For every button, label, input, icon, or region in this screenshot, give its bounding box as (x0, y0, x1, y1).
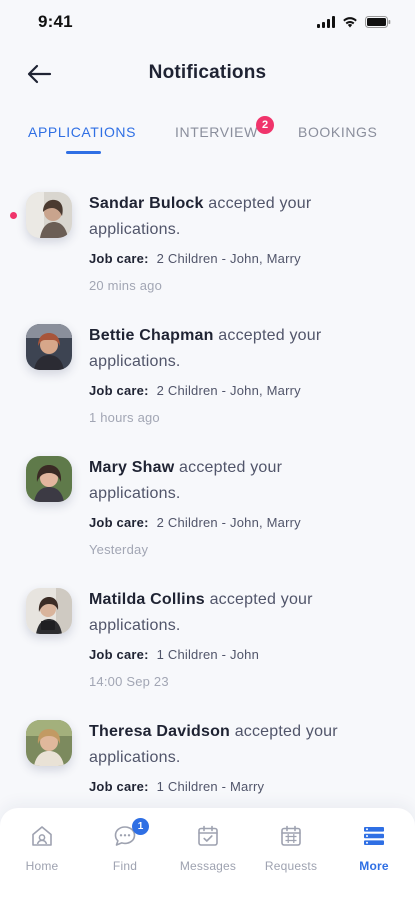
wifi-icon (342, 16, 358, 28)
job-care-value: 2 Children - John, Marry (156, 383, 301, 398)
notification-time: Yesterday (89, 542, 149, 557)
notification-time: 20 mins ago (89, 278, 163, 293)
tab-applications[interactable]: APPLICATIONS (28, 124, 136, 140)
nav-requests-label: Requests (264, 859, 318, 873)
calendar-grid-icon (281, 825, 301, 846)
avatar (26, 324, 72, 370)
nav-messages-label: Messages (179, 859, 237, 873)
job-care: Job care: 2 Children - John, Marry (89, 515, 301, 530)
nav-find-label: Find (112, 859, 138, 873)
job-care-value: 2 Children - John, Marry (156, 515, 301, 530)
notification-text-line2: applications. (89, 221, 181, 238)
tab-bar: APPLICATIONS INTERVIEW BOOKINGS (0, 118, 415, 156)
job-care: Job care: 1 Children - Marry (89, 779, 264, 794)
interview-badge: 2 (256, 116, 274, 134)
notification-action: accepted your (208, 195, 312, 212)
nav-messages[interactable]: Messages (168, 822, 248, 873)
signal-icon (317, 16, 335, 28)
status-bar: 9:41 (0, 0, 415, 44)
notification-name: Theresa Davidson (89, 723, 231, 740)
notification-text-line2: applications. (89, 353, 181, 370)
status-icons (317, 16, 391, 28)
notification-action: accepted your (179, 459, 283, 476)
nav-more-label: More (359, 859, 389, 873)
menu-icon (364, 827, 384, 845)
notification-text-line2: applications. (89, 749, 181, 766)
notification-action: accepted your (234, 723, 338, 740)
notification-item[interactable]: Theresa Davidson accepted your applicati… (0, 704, 415, 808)
active-tab-indicator (66, 151, 101, 154)
home-icon (32, 826, 52, 846)
header: Notifications (0, 52, 415, 96)
page-title: Notifications (148, 62, 267, 83)
notification-name: Mary Shaw (89, 459, 175, 476)
notification-text-line2: applications. (89, 485, 181, 502)
tab-bookings[interactable]: BOOKINGS (298, 124, 377, 140)
nav-find[interactable]: Find (85, 822, 165, 873)
find-badge: 1 (132, 818, 149, 835)
unread-dot (10, 212, 17, 219)
job-care-value: 1 Children - John (156, 647, 260, 662)
notification-time: 1 hours ago (89, 410, 160, 425)
notification-item[interactable]: Matilda Collins accepted your applicatio… (0, 572, 415, 704)
job-care-label: Job care: (89, 251, 149, 266)
notification-text: Sandar Bulock accepted your (89, 191, 389, 217)
notification-action: accepted your (218, 327, 322, 344)
calendar-check-icon (198, 825, 218, 846)
notification-item[interactable]: Bettie Chapman accepted your application… (0, 308, 415, 440)
job-care-label: Job care: (89, 647, 149, 662)
avatar (26, 456, 72, 502)
job-care: Job care: 2 Children - John, Marry (89, 251, 301, 266)
notification-item[interactable]: Sandar Bulock accepted your applications… (0, 176, 415, 308)
nav-home-label: Home (25, 859, 59, 873)
nav-more[interactable]: More (334, 822, 414, 873)
job-care: Job care: 1 Children - John (89, 647, 259, 662)
job-care-value: 1 Children - Marry (156, 779, 265, 794)
notification-name: Matilda Collins (89, 591, 205, 608)
bottom-nav: Home Find Messages Requests More (0, 808, 415, 900)
job-care-label: Job care: (89, 383, 149, 398)
notification-name: Sandar Bulock (89, 195, 204, 212)
notification-text: Mary Shaw accepted your (89, 455, 389, 481)
tab-interview[interactable]: INTERVIEW (175, 124, 258, 140)
notification-action: accepted your (209, 591, 313, 608)
job-care: Job care: 2 Children - John, Marry (89, 383, 301, 398)
avatar (26, 588, 72, 634)
job-care-value: 2 Children - John, Marry (156, 251, 301, 266)
notification-time: 14:00 Sep 23 (89, 674, 169, 689)
notification-text: Theresa Davidson accepted your (89, 719, 389, 745)
status-time: 9:41 (38, 12, 73, 31)
nav-home[interactable]: Home (2, 822, 82, 873)
nav-requests[interactable]: Requests (251, 822, 331, 873)
notification-text: Matilda Collins accepted your (89, 587, 389, 613)
notification-text-line2: applications. (89, 617, 181, 634)
battery-icon (365, 16, 391, 28)
avatar (26, 720, 72, 766)
notification-text: Bettie Chapman accepted your (89, 323, 389, 349)
notification-item[interactable]: Mary Shaw accepted your applications. Jo… (0, 440, 415, 572)
avatar (26, 192, 72, 238)
notification-list: Sandar Bulock accepted your applications… (0, 176, 415, 808)
job-care-label: Job care: (89, 779, 149, 794)
job-care-label: Job care: (89, 515, 149, 530)
notification-name: Bettie Chapman (89, 327, 214, 344)
